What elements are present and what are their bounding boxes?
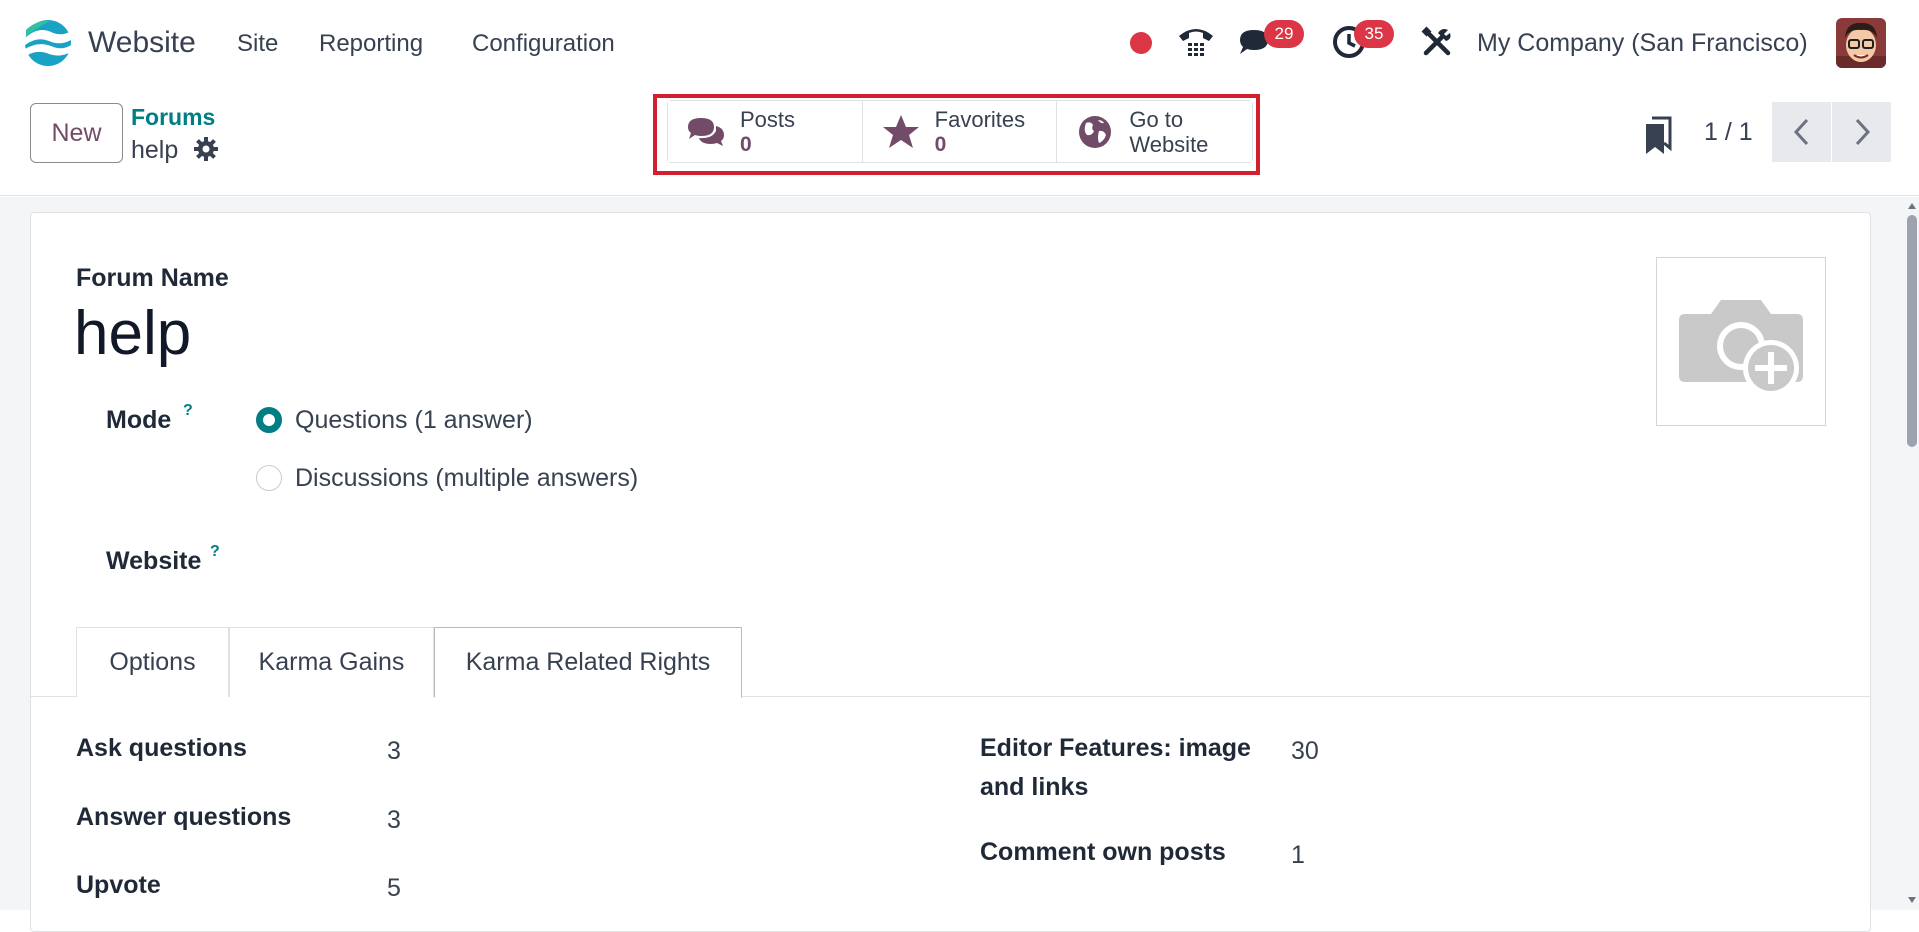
favorites-smart-button[interactable]: Favorites 0 — [862, 101, 1058, 162]
phone-icon[interactable] — [1176, 22, 1216, 62]
globe-icon — [1075, 112, 1115, 152]
chevron-left-icon — [1793, 118, 1808, 146]
camera-add-icon — [1679, 299, 1803, 396]
menu-reporting[interactable]: Reporting — [319, 30, 423, 58]
website-help-tooltip[interactable]: ? — [210, 543, 220, 561]
ask-questions-value[interactable]: 3 — [387, 737, 401, 766]
mode-discussions-radio[interactable] — [256, 465, 282, 491]
scrollbar-thumb[interactable] — [1907, 215, 1917, 447]
pager-value[interactable]: 1 / 1 — [1704, 118, 1753, 147]
posts-label: Posts — [740, 106, 796, 132]
bookmark-icon[interactable] — [1644, 116, 1674, 156]
answer-questions-label: Answer questions — [76, 803, 292, 831]
forum-name-field[interactable]: help — [74, 298, 191, 369]
website-logo-icon[interactable] — [24, 18, 72, 68]
tab-karma-gains[interactable]: Karma Gains — [229, 627, 434, 697]
mode-label: Mode — [106, 406, 172, 434]
top-navbar: Website Site Reporting Configuration 29 … — [0, 0, 1919, 88]
app-name[interactable]: Website — [88, 26, 196, 60]
forum-name-caption: Forum Name — [76, 264, 229, 292]
mode-discussions-label[interactable]: Discussions (multiple answers) — [295, 464, 638, 493]
company-switcher[interactable]: My Company (San Francisco) — [1477, 29, 1808, 58]
mode-questions-label[interactable]: Questions (1 answer) — [295, 406, 533, 435]
favorites-count: 0 — [934, 132, 947, 156]
go-to-label-line2: Website — [1129, 131, 1209, 157]
editor-features-value[interactable]: 30 — [1291, 737, 1319, 766]
messages-badge: 29 — [1264, 20, 1304, 48]
editor-features-label-line1: Editor Features: image — [980, 734, 1251, 762]
menu-configuration[interactable]: Configuration — [472, 30, 615, 58]
mode-questions-radio[interactable] — [256, 407, 282, 433]
go-to-label-line1: Go to — [1129, 106, 1184, 132]
pager-next-button[interactable] — [1832, 102, 1891, 162]
pager-previous-button[interactable] — [1772, 102, 1831, 162]
new-button[interactable]: New — [30, 103, 123, 163]
scroll-up-arrow-icon[interactable] — [1905, 199, 1919, 213]
tab-options[interactable]: Options — [76, 627, 229, 697]
recording-dot-icon[interactable] — [1130, 32, 1152, 54]
editor-features-label-line2: and links — [980, 773, 1089, 801]
image-upload[interactable] — [1656, 257, 1826, 426]
activities-badge: 35 — [1354, 20, 1394, 48]
posts-smart-button[interactable]: Posts 0 — [668, 101, 863, 162]
menu-site[interactable]: Site — [237, 30, 278, 58]
scroll-down-arrow-icon[interactable] — [1905, 893, 1919, 907]
mode-help-tooltip[interactable]: ? — [183, 402, 193, 420]
comment-own-posts-label: Comment own posts — [980, 838, 1226, 866]
breadcrumb-current: help — [131, 136, 179, 164]
smart-buttons: Posts 0 Favorites 0 Go to Website — [667, 100, 1253, 163]
form-sheet — [30, 212, 1871, 932]
chevron-right-icon — [1855, 118, 1870, 146]
ask-questions-label: Ask questions — [76, 734, 247, 762]
website-label: Website — [106, 547, 202, 575]
tab-karma-related-rights[interactable]: Karma Related Rights — [434, 627, 742, 698]
posts-count: 0 — [740, 132, 752, 156]
star-icon — [881, 112, 921, 152]
answer-questions-value[interactable]: 3 — [387, 806, 401, 835]
comment-own-posts-value[interactable]: 1 — [1291, 841, 1305, 870]
go-to-website-smart-button[interactable]: Go to Website — [1057, 101, 1253, 162]
upvote-value[interactable]: 5 — [387, 874, 401, 903]
user-avatar[interactable] — [1836, 18, 1886, 68]
gear-icon[interactable] — [193, 136, 219, 162]
breadcrumb-forums[interactable]: Forums — [131, 104, 215, 131]
favorites-label: Favorites — [934, 106, 1026, 132]
upvote-label: Upvote — [76, 871, 161, 899]
tools-icon[interactable] — [1417, 22, 1457, 62]
comments-icon — [686, 112, 726, 152]
